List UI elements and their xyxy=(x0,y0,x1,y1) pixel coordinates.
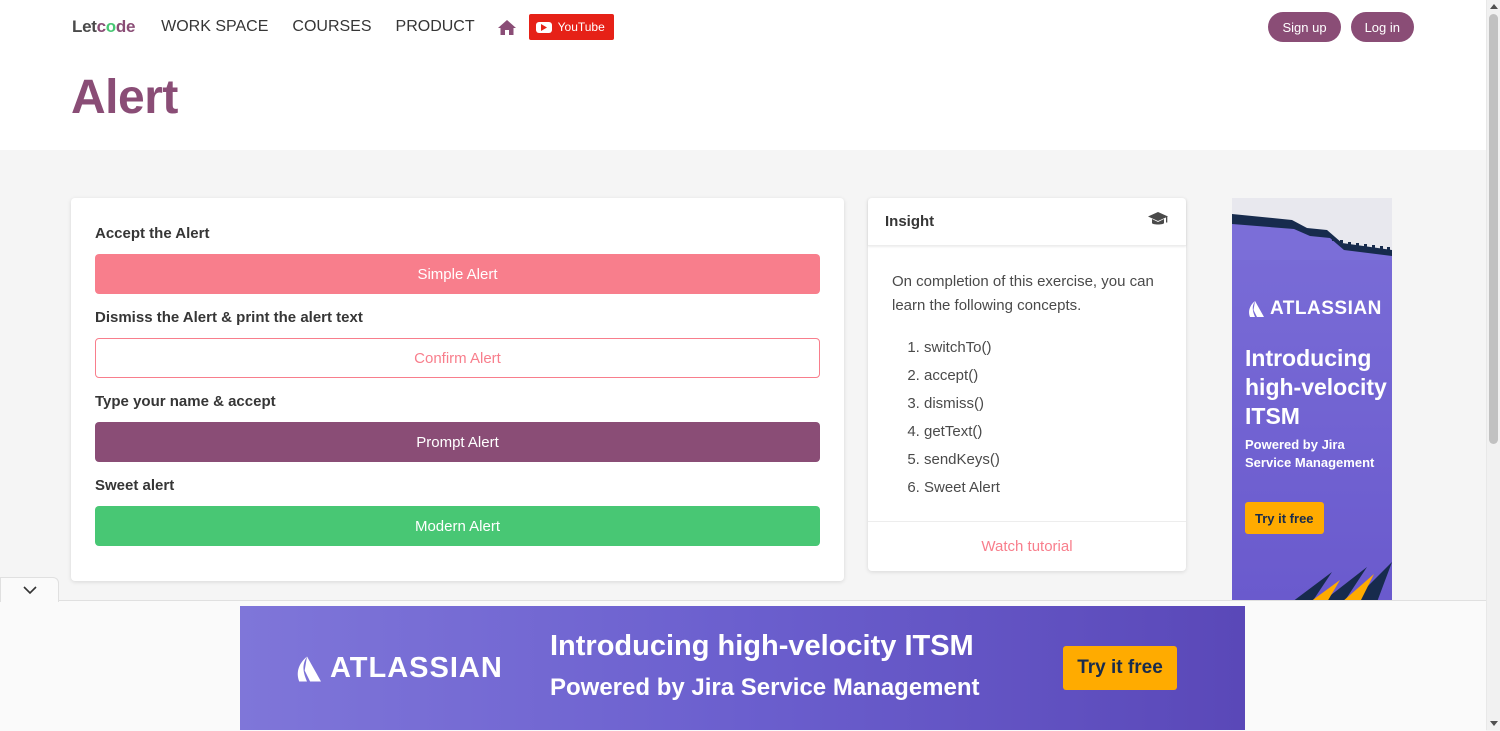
bottom-ad-subtext: Powered by Jira Service Management xyxy=(550,674,980,701)
logo-text-let: Let xyxy=(72,17,97,36)
simple-alert-button[interactable]: Simple Alert xyxy=(95,254,820,294)
bottom-ad-brand: ATLASSIAN xyxy=(293,652,503,685)
list-item: getText() xyxy=(924,418,1162,446)
scroll-up-arrow-icon[interactable] xyxy=(1490,4,1498,9)
chevron-down-icon xyxy=(22,586,37,595)
bottom-ad-brand-text: ATLASSIAN xyxy=(330,652,503,684)
bottom-ad-headline: Introducing high-velocity ITSM xyxy=(550,630,974,662)
insight-footer: Watch tutorial xyxy=(868,521,1186,571)
collapse-ad-toggle[interactable] xyxy=(0,577,59,602)
confirm-alert-button[interactable]: Confirm Alert xyxy=(95,338,820,378)
youtube-button[interactable]: YouTube xyxy=(528,14,614,40)
logo-text-de: de xyxy=(115,17,136,36)
page-title: Alert xyxy=(71,71,178,124)
confirm-alert-label: Dismiss the Alert & print the alert text xyxy=(95,309,363,326)
signup-button[interactable]: Sign up xyxy=(1268,12,1341,42)
insight-title: Insight xyxy=(885,213,935,230)
list-item: switchTo() xyxy=(924,334,1162,362)
ad-decorative-band xyxy=(1232,198,1392,260)
insight-body: On completion of this exercise, you can … xyxy=(868,246,1186,502)
watch-tutorial-link[interactable]: Watch tutorial xyxy=(981,538,1072,555)
youtube-play-icon xyxy=(535,21,552,33)
side-ad-subtext: Powered by Jira Service Management xyxy=(1245,437,1375,470)
bottom-ad-cta-button[interactable]: Try it free xyxy=(1063,646,1177,690)
list-item: dismiss() xyxy=(924,390,1162,418)
atlassian-logo-icon xyxy=(297,656,321,681)
prompt-alert-button[interactable]: Prompt Alert xyxy=(95,422,820,462)
graduation-cap-icon xyxy=(1147,211,1169,232)
insight-intro: On completion of this exercise, you can … xyxy=(892,273,1154,314)
insight-header: Insight xyxy=(868,198,1186,246)
atlassian-logo-icon xyxy=(1249,301,1264,317)
page-header: Let c o de WORK SPACE COURSES PRODUCT YouTu… xyxy=(0,0,1486,150)
nav-workspace[interactable]: WORK SPACE xyxy=(161,18,268,36)
list-item: accept() xyxy=(924,362,1162,390)
side-advertisement[interactable]: ATLASSIAN Introducing high-velocity ITSM… xyxy=(1232,198,1392,602)
youtube-label: YouTube xyxy=(557,20,605,34)
auth-buttons: Sign up Log in xyxy=(1268,12,1414,42)
page-scrollbar[interactable] xyxy=(1486,0,1500,730)
side-ad-cta-button[interactable]: Try it free xyxy=(1245,502,1324,534)
side-ad-headline: Introducing high-velocity ITSM xyxy=(1245,345,1387,429)
letcode-logo[interactable]: Let c o de xyxy=(72,17,135,37)
logo-text-c: c xyxy=(96,17,106,36)
scrollbar-thumb[interactable] xyxy=(1489,14,1498,444)
top-navbar: Let c o de WORK SPACE COURSES PRODUCT YouTu… xyxy=(72,12,1414,42)
bottom-advertisement[interactable]: ATLASSIAN Introducing high-velocity ITSM… xyxy=(240,606,1245,730)
side-ad-brand: ATLASSIAN xyxy=(1246,298,1382,320)
insight-card: Insight On completion of this exercise, … xyxy=(868,198,1186,571)
modern-alert-label: Sweet alert xyxy=(95,477,175,494)
logo-text-o: o xyxy=(105,17,116,36)
alert-card: Accept the Alert Simple Alert Dismiss th… xyxy=(71,198,844,581)
concepts-list: switchTo() accept() dismiss() getText() … xyxy=(892,334,1162,502)
nav-product[interactable]: PRODUCT xyxy=(396,18,475,36)
modern-alert-button[interactable]: Modern Alert xyxy=(95,506,820,546)
side-ad-brand-text: ATLASSIAN xyxy=(1270,298,1382,319)
simple-alert-label: Accept the Alert xyxy=(95,225,210,242)
nav-courses[interactable]: COURSES xyxy=(292,18,371,36)
ad-decorative-shapes xyxy=(1292,562,1392,602)
list-item: sendKeys() xyxy=(924,446,1162,474)
list-item: Sweet Alert xyxy=(924,474,1162,502)
login-button[interactable]: Log in xyxy=(1350,12,1414,42)
scroll-down-arrow-icon[interactable] xyxy=(1490,721,1498,726)
prompt-alert-label: Type your name & accept xyxy=(95,393,276,410)
home-icon[interactable] xyxy=(497,19,517,36)
